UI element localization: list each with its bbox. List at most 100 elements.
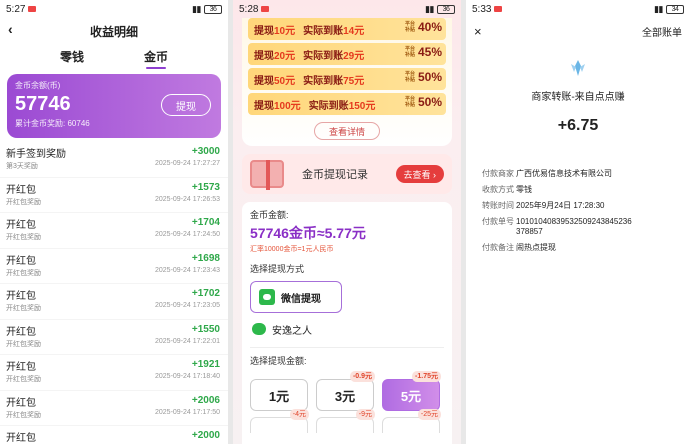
info-value: 零钱 <box>516 185 532 194</box>
withdraw-screen: 5:28 ▮▮ 36 提现 10元 实际到账 14元 平台补贴 40% 提现 20… <box>233 0 461 444</box>
coin-amount-value: 57746金币≈5.77元 <box>250 225 366 241</box>
all-bills-link[interactable]: 全部账单 <box>642 24 682 39</box>
battery-icon: 34 <box>666 4 684 14</box>
wechat-small-icon <box>252 323 266 335</box>
discount-badge: -1.75元 <box>412 371 441 382</box>
subsidy-percent: 50% <box>417 70 442 84</box>
list-item[interactable]: 开红包 开红包奖励 +1550 2025-09-24 17:22:01 <box>0 320 228 355</box>
rate-withdraw-label: 提现 <box>254 100 274 112</box>
info-key: 付款备注 <box>482 243 514 252</box>
withdraw-record-banner[interactable]: 金币提现记录 去查看 › <box>242 154 452 194</box>
discount-badge: -25元 <box>417 409 441 420</box>
view-record-button[interactable]: 去查看 › <box>395 165 444 183</box>
info-row: 转账时间 2025年9月24日 17:28:30 <box>482 201 674 211</box>
subsidy-tag: 平台补贴 40% <box>404 20 442 34</box>
info-key: 付款商家 <box>482 169 514 178</box>
list-item[interactable]: 开红包 开红包奖励 +1921 2025-09-24 17:18:40 <box>0 355 228 391</box>
status-icons: ▮▮ 36 <box>425 4 455 15</box>
amount-option[interactable]: 3元 -0.9元 <box>316 371 375 411</box>
info-value: 10101040839532509243845236378857 <box>516 217 632 236</box>
item-amount: +1704 <box>191 217 220 228</box>
transfer-amount: +6.75 <box>557 117 599 134</box>
wechat-withdraw-option[interactable]: 微信提现 <box>250 281 342 313</box>
view-details-button[interactable]: 查看详情 <box>314 122 380 140</box>
total-reward-value: 60746 <box>67 119 90 128</box>
wechat-label: 微信提现 <box>281 293 321 305</box>
wechat-icon <box>259 289 275 305</box>
amount-option[interactable]: 5元 -1.75元 <box>382 371 441 411</box>
item-title: 新手签到奖励 <box>6 149 66 160</box>
item-date: 2025-09-24 17:18:40 <box>155 373 220 380</box>
item-date: 2025-09-24 17:23:05 <box>155 302 220 309</box>
rate-actual-amount: 75元 <box>343 75 365 87</box>
info-key: 付款单号 <box>482 217 514 226</box>
rate-list: 提现 10元 实际到账 14元 平台补贴 40% 提现 20元 实际到账 29元… <box>248 18 446 115</box>
subsidy-label: 平台补贴 <box>404 96 415 108</box>
rate-actual-label: 实际到账 <box>303 50 344 62</box>
subsidy-tag: 平台补贴 50% <box>404 70 442 84</box>
subsidy-percent: 45% <box>417 45 442 59</box>
list-item[interactable]: 开红包 开红包奖励 +1704 2025-09-24 17:24:50 <box>0 213 228 249</box>
wechat-user-name: 安逸之人 <box>272 325 312 337</box>
amount-option[interactable]: -4元 <box>250 409 309 433</box>
subsidy-tag: 平台补贴 50% <box>404 95 442 109</box>
item-amount: +1550 <box>191 323 220 335</box>
rate-actual-amount: 14元 <box>343 25 365 37</box>
close-icon[interactable]: × <box>474 24 482 39</box>
tab-change[interactable]: 零钱 <box>60 48 84 65</box>
rate-actual-label: 实际到账 <box>303 25 344 37</box>
item-date: 2025-09-24 17:23:43 <box>155 266 220 274</box>
item-date: 2025-09-24 17:22:01 <box>155 337 220 345</box>
list-item[interactable]: 开红包 开红包奖励 +1698 2025-09-24 17:23:43 <box>0 249 228 284</box>
transaction-list: 新手签到奖励 第3天奖励 +3000 2025-09-24 17:27:27 开红… <box>0 142 228 444</box>
item-date: 2025-09-24 17:24:50 <box>155 231 220 238</box>
item-title: 开红包 <box>6 291 36 302</box>
item-amount: +1698 <box>191 252 220 264</box>
rate-actual-amount: 29元 <box>343 50 365 62</box>
rate-actual-label: 实际到账 <box>303 75 344 87</box>
tab-coins[interactable]: 金币 <box>144 48 168 69</box>
back-icon[interactable]: ‹ <box>8 21 13 37</box>
list-item[interactable]: 开红包 +2000 <box>0 426 228 444</box>
info-key: 收款方式 <box>482 185 514 194</box>
wechat-user-row: 安逸之人 <box>250 321 444 337</box>
status-time: 5:27 <box>6 3 26 15</box>
item-amount: +1921 <box>191 359 220 370</box>
rate-row: 提现 20元 实际到账 29元 平台补贴 45% <box>248 43 446 65</box>
exchange-rate: 汇率10000金币=1元人民币 <box>250 246 334 253</box>
item-amount: +2000 <box>191 430 220 441</box>
item-amount: +1702 <box>191 288 220 299</box>
rate-actual-amount: 150元 <box>348 100 376 112</box>
amount-option[interactable]: -9元 <box>316 409 375 433</box>
subsidy-label: 平台补贴 <box>404 46 415 58</box>
signal-icon: ▮▮ <box>425 3 434 14</box>
item-title: 开红包 <box>6 397 36 409</box>
amount-option[interactable]: 1元 <box>250 379 308 411</box>
battery-icon: 36 <box>204 4 222 14</box>
rate-row: 提现 10元 实际到账 14元 平台补贴 40% <box>248 18 446 40</box>
info-row: 付款商家 广西优易信息技术有限公司 <box>482 169 674 179</box>
withdraw-rate-card: 提现 10元 实际到账 14元 平台补贴 40% 提现 20元 实际到账 29元… <box>242 18 452 146</box>
method-label: 选择提现方式 <box>250 264 305 274</box>
amount-option[interactable]: -25元 <box>382 409 441 433</box>
earnings-detail-screen: 5:27 ▮▮ 36 ‹ 收益明细 零钱 金币 金币余额(币) 57746 累计金… <box>0 0 228 444</box>
info-key: 转账时间 <box>482 201 514 210</box>
status-time: 5:28 <box>239 3 259 15</box>
withdraw-button[interactable]: 提现 <box>161 94 211 116</box>
list-item[interactable]: 开红包 开红包奖励 +1573 2025-09-24 17:26:53 <box>0 178 228 213</box>
info-row: 付款单号 10101040839532509243845236378857 <box>482 217 674 237</box>
subsidy-percent: 50% <box>417 95 442 109</box>
info-row: 收款方式 零钱 <box>482 185 674 195</box>
notification-icon <box>261 6 270 12</box>
status-bar: 5:33 ▮▮ 34 <box>466 0 690 18</box>
record-title: 金币提现记录 <box>302 169 368 181</box>
list-item[interactable]: 开红包 开红包奖励 +2006 2025-09-24 17:17:50 <box>0 391 228 426</box>
total-reward-label: 累计金币奖励: <box>15 119 66 128</box>
amount-options-row2: -4元 -9元 -25元 <box>250 409 444 433</box>
list-item[interactable]: 新手签到奖励 第3天奖励 +3000 2025-09-24 17:27:27 <box>0 142 228 178</box>
item-title: 开红包 <box>6 326 36 338</box>
info-row: 付款备注 闹热点提现 <box>482 243 674 253</box>
list-item[interactable]: 开红包 开红包奖励 +1702 2025-09-24 17:23:05 <box>0 284 228 320</box>
signal-icon: ▮▮ <box>192 3 201 14</box>
rate-withdraw-label: 提现 <box>254 50 274 62</box>
